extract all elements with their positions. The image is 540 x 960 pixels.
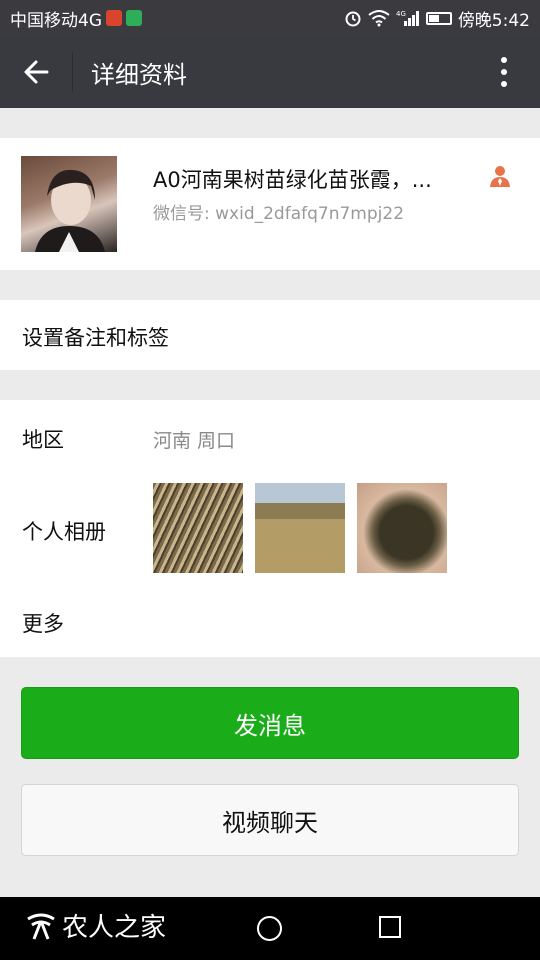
set-remark-row[interactable]: 设置备注和标签 xyxy=(0,300,540,370)
album-label: 个人相册 xyxy=(22,520,106,544)
detail-screen: 中国移动4G 4G 傍晚5:42 详细资料 A0河南果树苗绿化苗张霞，... 微… xyxy=(0,0,540,960)
page-title: 详细资料 xyxy=(91,60,187,89)
signal-icon: 4G xyxy=(396,10,419,26)
video-chat-button[interactable]: 视频聊天 xyxy=(21,784,519,856)
back-button[interactable] xyxy=(0,36,72,108)
recent-apps-button[interactable] xyxy=(379,916,401,938)
brand-logo-icon xyxy=(27,913,55,940)
more-row[interactable]: 更多 xyxy=(0,590,540,657)
album-thumbnail[interactable] xyxy=(255,483,345,573)
title-divider xyxy=(72,52,73,92)
region-label: 地区 xyxy=(22,428,64,452)
wechat-id: 微信号: wxid_2dfafq7n7mpj22 xyxy=(153,204,405,224)
send-message-button[interactable]: 发消息 xyxy=(21,687,519,759)
more-options-button[interactable] xyxy=(468,36,540,108)
battery-level xyxy=(428,14,439,22)
info-card: 地区 河南 周口 个人相册 更多 xyxy=(0,400,540,657)
signal-label: 4G xyxy=(396,10,406,18)
notification-app-icon xyxy=(106,10,122,26)
avatar[interactable] xyxy=(21,156,117,252)
album-thumbnail[interactable] xyxy=(153,483,243,573)
carrier-label: 中国移动4G xyxy=(10,10,102,31)
more-vertical-icon xyxy=(501,57,507,87)
more-label: 更多 xyxy=(22,612,64,636)
status-bar: 中国移动4G 4G 傍晚5:42 xyxy=(0,0,540,36)
profile-card[interactable]: A0河南果树苗绿化苗张霞，... 微信号: wxid_2dfafq7n7mpj2… xyxy=(0,138,540,270)
wifi-icon xyxy=(368,10,390,27)
set-remark-label: 设置备注和标签 xyxy=(22,326,169,350)
profile-name: A0河南果树苗绿化苗张霞，... xyxy=(153,168,432,192)
battery-icon xyxy=(425,11,452,25)
region-value: 河南 周口 xyxy=(153,430,236,452)
contact-person-icon xyxy=(490,166,510,187)
title-bar: 详细资料 xyxy=(0,36,540,108)
status-time: 傍晚5:42 xyxy=(457,10,530,31)
notification-app-icon xyxy=(126,10,142,26)
home-button[interactable] xyxy=(257,916,282,941)
arrow-left-icon xyxy=(24,60,49,84)
brand-text: 农人之家 xyxy=(62,913,167,943)
system-nav-bar: 农人之家 xyxy=(0,897,540,960)
watermark-logo: 农人之家 xyxy=(24,907,166,944)
alarm-icon xyxy=(345,11,361,27)
album-thumbnail[interactable] xyxy=(357,483,447,573)
